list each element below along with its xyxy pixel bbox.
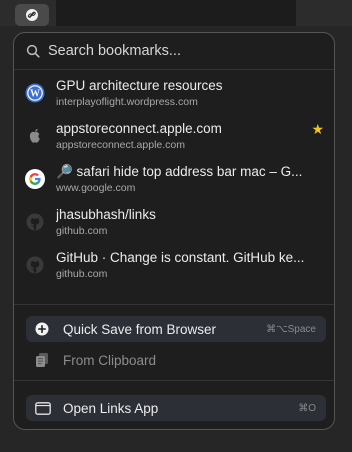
bookmark-item[interactable]: 🔎 safari hide top address bar mac – G...… — [14, 158, 334, 200]
bookmark-url: interplayoflight.wordpress.com — [56, 96, 198, 108]
bookmark-url: www.google.com — [56, 182, 136, 194]
bookmarks-popover: W GPU architecture resources interplayof… — [13, 32, 335, 430]
svg-text:W: W — [30, 89, 40, 100]
bookmark-url: github.com — [56, 268, 108, 280]
quick-save-label: Quick Save from Browser — [63, 321, 217, 337]
quick-save-button[interactable]: Quick Save from Browser ⌘⌥Space — [26, 316, 326, 342]
bookmark-title: jhasubhash/links — [56, 207, 156, 222]
window-icon — [35, 401, 57, 415]
open-links-app-label: Open Links App — [63, 400, 159, 416]
bookmark-title: GitHub · Change is constant. GitHub ke..… — [56, 250, 305, 265]
bookmark-title: GPU architecture resources — [56, 78, 223, 93]
github-icon — [25, 212, 45, 232]
link-icon — [26, 9, 38, 21]
apple-icon — [25, 126, 45, 146]
github-icon — [25, 255, 45, 275]
plus-circle-icon — [35, 322, 57, 336]
bookmark-url: appstoreconnect.apple.com — [56, 139, 185, 151]
search-bar — [14, 33, 334, 70]
clipboard-icon — [35, 352, 57, 368]
divider — [14, 304, 334, 305]
bookmark-item[interactable]: GitHub · Change is constant. GitHub ke..… — [14, 244, 334, 286]
from-clipboard-label: From Clipboard — [63, 352, 157, 368]
search-icon — [26, 44, 40, 58]
quick-save-shortcut: ⌘⌥Space — [266, 323, 316, 335]
bookmark-title: appstoreconnect.apple.com — [56, 121, 222, 136]
bookmark-item[interactable]: jhasubhash/links github.com — [14, 201, 334, 243]
bookmark-list: W GPU architecture resources interplayof… — [14, 70, 334, 303]
bookmark-item[interactable]: appstoreconnect.apple.com appstoreconnec… — [14, 115, 334, 157]
from-clipboard-button[interactable]: From Clipboard — [26, 347, 326, 373]
bookmark-url: github.com — [56, 225, 108, 237]
search-input[interactable] — [48, 43, 308, 59]
wordpress-icon: W — [25, 83, 45, 103]
divider — [14, 380, 334, 381]
links-menubar-button[interactable] — [15, 4, 49, 26]
menu-bar-area — [56, 0, 296, 26]
open-links-app-shortcut: ⌘O — [298, 402, 316, 414]
google-icon — [25, 169, 45, 189]
bookmark-item[interactable]: W GPU architecture resources interplayof… — [14, 72, 334, 114]
star-icon[interactable]: ★ — [311, 121, 324, 138]
bookmark-title: 🔎 safari hide top address bar mac – G... — [56, 164, 303, 179]
open-links-app-button[interactable]: Open Links App ⌘O — [26, 395, 326, 421]
menu-bar — [0, 0, 352, 26]
